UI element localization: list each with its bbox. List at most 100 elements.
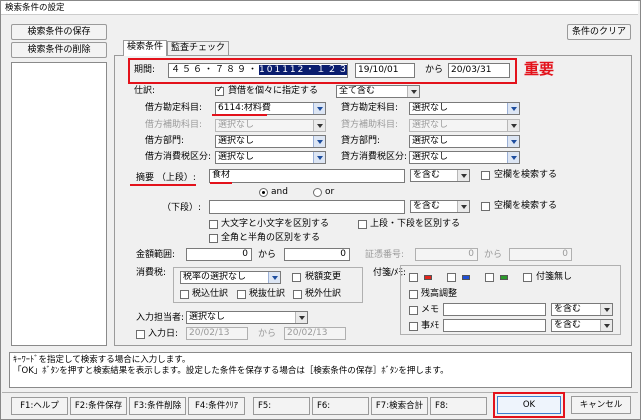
- or-radio[interactable]: [313, 188, 322, 197]
- blue-tag-icon: [462, 275, 470, 280]
- amount-to-input[interactable]: 0: [284, 248, 350, 261]
- input-date-label: 入力日:: [148, 329, 179, 339]
- period-to-date[interactable]: 20/03/31: [448, 63, 510, 78]
- green-tag-icon: [500, 275, 508, 280]
- fusen-green-checkbox[interactable]: [485, 273, 494, 282]
- credit-tax-select[interactable]: 選択なし: [409, 151, 520, 164]
- chevron-down-icon: [507, 103, 519, 114]
- f2-save-button[interactable]: F2:条件保存: [70, 397, 127, 415]
- chevron-down-icon: [507, 120, 519, 131]
- voucher-to-input: 0: [509, 248, 572, 261]
- fusen-red-checkbox[interactable]: [409, 273, 418, 282]
- window-title: 検索条件の設定: [1, 1, 638, 15]
- amount-from-input[interactable]: 0: [186, 248, 252, 261]
- clear-conditions-button[interactable]: 条件のクリア: [567, 24, 631, 40]
- tab-search-conditions[interactable]: 検索条件: [123, 40, 168, 56]
- fusen-none-checkbox[interactable]: [523, 273, 532, 282]
- memo-cond-select[interactable]: を含む: [551, 303, 613, 316]
- memo-label: メモ: [421, 305, 440, 315]
- f8-button[interactable]: F8:: [430, 397, 487, 415]
- jimemo-cond-select[interactable]: を含む: [551, 319, 613, 332]
- debit-sub-account-select: 選択なし: [215, 119, 326, 132]
- chevron-down-icon: [313, 136, 325, 147]
- case-label: 大文字と小文字を区別する: [221, 219, 330, 229]
- save-conditions-button[interactable]: 検索条件の保存: [11, 24, 107, 40]
- period-from-date[interactable]: 19/10/01: [355, 63, 415, 78]
- jimemo-checkbox[interactable]: [409, 322, 418, 331]
- period-label: 期間:: [134, 65, 156, 75]
- width-checkbox[interactable]: [209, 234, 218, 243]
- fusen-blue-checkbox[interactable]: [447, 273, 456, 282]
- credit-account-select[interactable]: 選択なし: [409, 102, 520, 115]
- upper-blank-checkbox[interactable]: [481, 171, 490, 180]
- include-select[interactable]: 全て含む: [336, 85, 420, 98]
- tekiyo-underline: [130, 184, 196, 186]
- input-date-checkbox[interactable]: [136, 330, 145, 339]
- credit-dept-label: 貸方部門:: [341, 136, 381, 146]
- input-date-to: 20/02/13: [284, 327, 346, 340]
- zandaka-checkbox[interactable]: [409, 290, 418, 299]
- tax-change-checkbox[interactable]: [292, 273, 301, 282]
- f1-help-button[interactable]: F1:ヘルプ: [11, 397, 68, 415]
- chevron-down-icon: [457, 170, 469, 181]
- tekiyo-lower-input[interactable]: [209, 200, 405, 214]
- cancel-button[interactable]: キャンセル: [571, 396, 631, 414]
- inputter-select[interactable]: 選択なし: [186, 311, 308, 324]
- credit-sub-account-label: 貸方補助科目:: [341, 120, 399, 130]
- delete-conditions-button[interactable]: 検索条件の削除: [11, 42, 107, 58]
- memo-input[interactable]: [443, 303, 546, 316]
- important-annotation: 重要: [524, 60, 555, 78]
- jimemo-label: 事ﾒﾓ: [421, 321, 440, 331]
- chevron-down-icon: [600, 320, 612, 331]
- f4-clear-button[interactable]: F4:条件ｸﾘｱ: [188, 397, 245, 415]
- ok-button[interactable]: OK: [497, 396, 561, 414]
- shiwake-label: 仕訳:: [134, 86, 156, 96]
- updown-label: 上段・下段を区別する: [370, 219, 461, 229]
- jimemo-input[interactable]: [443, 319, 546, 332]
- lower-blank-checkbox[interactable]: [481, 202, 490, 211]
- tax-excl-checkbox[interactable]: [237, 290, 246, 299]
- inputter-label: 入力担当者:: [136, 313, 185, 323]
- help-text-box: ｷｰﾜｰﾄﾞを指定して検索する場合に入力します。 「OK」ﾎﾞﾀﾝを押すと検索結…: [9, 352, 632, 388]
- tax-rate-select[interactable]: 税率の選択なし: [180, 271, 281, 284]
- individual-label: 貸借を個々に指定する: [228, 86, 319, 96]
- width-label: 全角と半角の区別をする: [221, 233, 321, 243]
- saved-conditions-list[interactable]: [11, 62, 107, 346]
- help-line-1: ｷｰﾜｰﾄﾞを指定して検索する場合に入力します。: [13, 355, 191, 365]
- input-date-from: 20/02/13: [186, 327, 248, 340]
- tax-excl-label: 税抜仕訳: [249, 289, 286, 299]
- chevron-down-icon: [507, 152, 519, 163]
- f5-button[interactable]: F5:: [253, 397, 310, 415]
- upper-blank-label: 空欄を検索する: [494, 170, 558, 180]
- fusen-none-label: 付箋無し: [536, 272, 573, 282]
- f7-search-total-button[interactable]: F7:検索合計: [371, 397, 428, 415]
- case-checkbox[interactable]: [209, 220, 218, 229]
- tax-outside-label: 税外仕訳: [305, 289, 342, 299]
- and-radio[interactable]: [259, 188, 268, 197]
- updown-checkbox[interactable]: [358, 220, 367, 229]
- tax-incl-checkbox[interactable]: [180, 290, 189, 299]
- debit-dept-select[interactable]: 選択なし: [215, 135, 326, 148]
- tekiyo-lower-cond-select[interactable]: を含む: [410, 200, 470, 213]
- memo-checkbox[interactable]: [409, 306, 418, 315]
- tekiyo-upper-input[interactable]: 食材: [209, 169, 405, 183]
- debit-account-underline: [212, 114, 267, 116]
- chevron-down-icon: [268, 272, 280, 283]
- voucher-to-label: から: [484, 250, 503, 260]
- chevron-down-icon: [407, 86, 419, 97]
- debit-tax-select[interactable]: 選択なし: [215, 151, 326, 164]
- amount-to-label: から: [258, 250, 277, 260]
- chevron-down-icon: [313, 152, 325, 163]
- f3-delete-button[interactable]: F3:条件削除: [129, 397, 186, 415]
- credit-account-label: 貸方勘定科目:: [341, 103, 399, 113]
- individual-checkbox[interactable]: [215, 85, 224, 96]
- tax-change-label: 税額変更: [305, 272, 342, 282]
- tekiyo-upper-cond-select[interactable]: を含む: [410, 169, 470, 182]
- voucher-label: 証憑番号:: [365, 250, 405, 260]
- tab-audit-check[interactable]: 監査チェック: [167, 41, 230, 55]
- tekiyo-lower-label: （下段）:: [162, 203, 202, 213]
- credit-dept-select[interactable]: 選択なし: [409, 135, 520, 148]
- period-months-field[interactable]: ４５６・７８９・101112・１２３決: [168, 63, 348, 78]
- f6-button[interactable]: F6:: [312, 397, 369, 415]
- tax-outside-checkbox[interactable]: [293, 290, 302, 299]
